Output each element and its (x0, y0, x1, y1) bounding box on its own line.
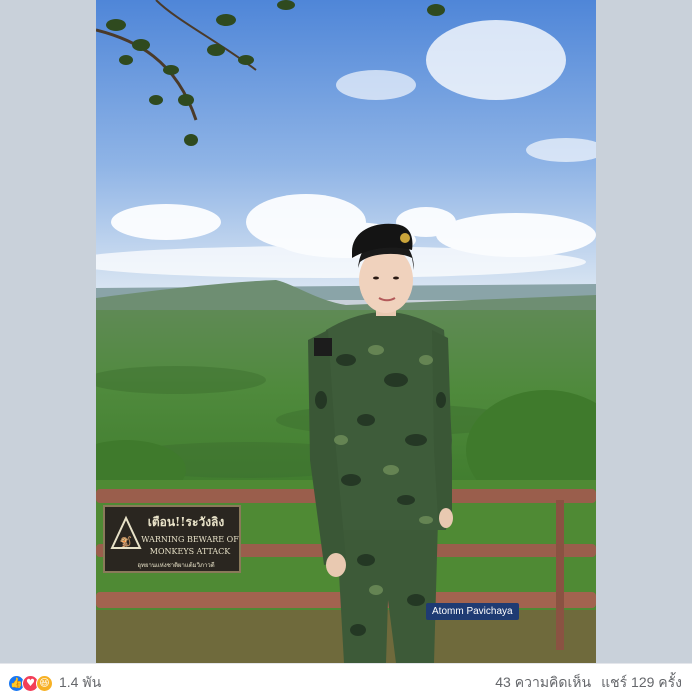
haha-icon: 😆 (36, 674, 53, 692)
warning-sign: 🐒 เตือน!!ระวังลิง WARNING BEWARE OF MONK… (103, 505, 241, 573)
photo-frame: 🐒 เตือน!!ระวังลิง WARNING BEWARE OF MONK… (0, 0, 692, 663)
reaction-count: 1.4 พัน (59, 674, 102, 690)
post-stats: 43 ความคิดเห็น แชร์ 129 ครั้ง (495, 672, 682, 694)
photo-scene: 🐒 เตือน!!ระวังลิง WARNING BEWARE OF MONK… (96, 0, 596, 663)
svg-text:🐒: 🐒 (120, 535, 132, 548)
sign-text-monkeys: MONKEYS ATTACK (150, 547, 231, 556)
photo-credit-tag[interactable]: Atomm Pavichaya (426, 603, 519, 620)
sign-text-warning: WARNING BEWARE OF (141, 535, 239, 544)
shares-count-link[interactable]: แชร์ 129 ครั้ง (601, 672, 682, 694)
sign-text-thai: เตือน!!ระวังลิง (148, 515, 225, 529)
sign-text-park: อุทยานแห่งชาติผาแต้มวิภาวดี (137, 561, 214, 569)
post-footer: 👍 ♥ 😆 1.4 พัน 43 ความคิดเห็น แชร์ 129 คร… (0, 663, 692, 696)
reactions-summary[interactable]: 👍 ♥ 😆 1.4 พัน (8, 672, 101, 694)
comments-count-link[interactable]: 43 ความคิดเห็น (495, 672, 591, 694)
post-photo[interactable]: 🐒 เตือน!!ระวังลิง WARNING BEWARE OF MONK… (96, 0, 596, 663)
